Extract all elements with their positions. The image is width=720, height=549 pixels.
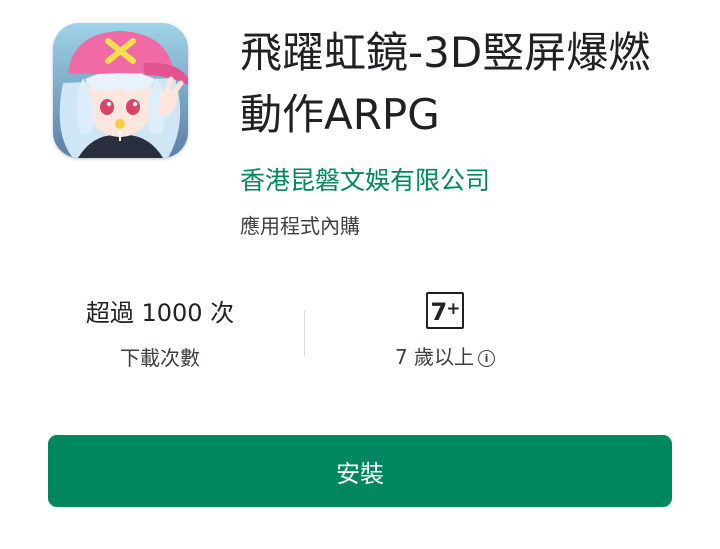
in-app-purchases-note: 應用程式內購 [240,214,360,238]
developer-link[interactable]: 香港昆磐文娛有限公司 [240,163,490,199]
app-icon-artwork [53,23,188,158]
content-rating-badge-wrap: 7+ [345,292,545,331]
install-button[interactable]: 安裝 [48,435,672,507]
content-rating-badge: 7+ [425,292,465,329]
info-icon[interactable]: i [478,350,496,367]
app-icon [53,23,188,158]
downloads-label: 下載次數 [120,346,200,370]
rating-badge-number: 7 [430,298,448,326]
content-rating-stat[interactable]: 7+ 7 歲以上 i [345,292,545,373]
downloads-stat: 超過 1000 次 下載次數 [60,294,260,374]
stats-divider [304,310,305,356]
rating-badge-plus: + [446,299,460,319]
downloads-count: 超過 1000 次 [85,299,235,327]
app-title: 飛躍虹鏡-3D竪屏爆燃動作ARPG [240,28,651,139]
content-rating-label: 7 歲以上 [394,345,475,369]
content-rating-label-row: 7 歲以上 i [345,341,545,373]
